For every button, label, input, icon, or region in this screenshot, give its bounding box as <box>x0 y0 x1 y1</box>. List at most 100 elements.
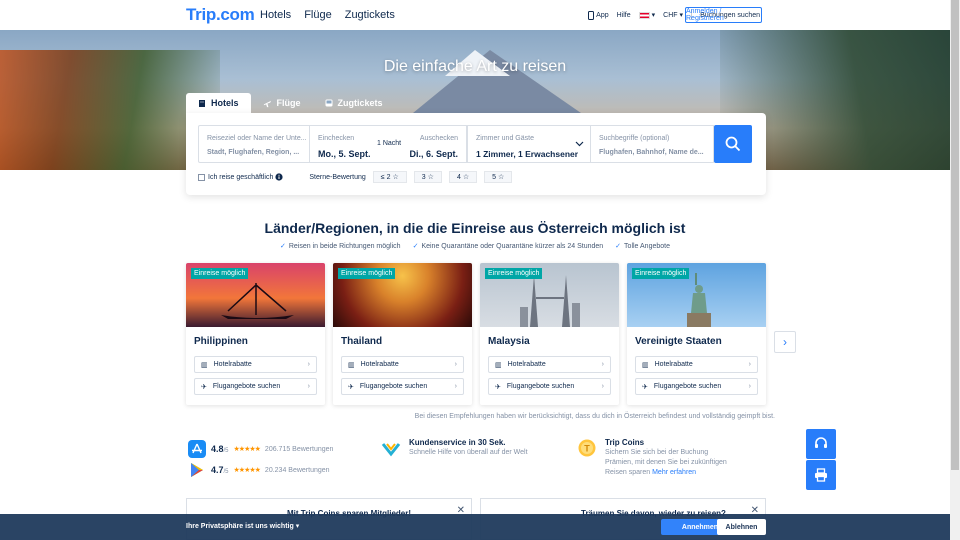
app-link[interactable]: App <box>588 10 609 20</box>
page-scrollbar-thumb[interactable] <box>951 0 959 470</box>
recommendation-disclaimer: Bei diesen Empfehlungen haben wir berück… <box>414 413 775 420</box>
star-icon: ☆ <box>427 174 434 181</box>
benefit-label: Tolle Angebote <box>624 243 670 250</box>
tab-label: Hotels <box>211 98 239 108</box>
flight-deals-link[interactable]: ✈ Flugangebote suchen › <box>635 378 758 395</box>
cookie-decline-button[interactable]: Ablehnen <box>717 519 766 535</box>
star-filter-label: ≤ 2 <box>380 173 391 181</box>
country-name: Philippinen <box>194 336 248 347</box>
hotel-deals-link[interactable]: ▥ Hotelrabatte › <box>635 356 758 373</box>
help-link[interactable]: Hilfe <box>617 12 631 19</box>
hotel-search-panel: Reiseziel oder Name der Unte... Stadt, F… <box>186 113 766 195</box>
hotel-deals-link[interactable]: ▥ Hotelrabatte › <box>488 356 611 373</box>
tab-flights[interactable]: Flüge <box>251 93 313 113</box>
guests-value: 1 Zimmer, 1 Erwachsener <box>476 149 579 159</box>
plane-icon: ✈ <box>348 383 354 391</box>
chevron-right-icon: › <box>748 361 751 368</box>
entry-badge: Einreise möglich <box>338 268 396 279</box>
svg-text:T: T <box>584 444 590 454</box>
check-icon: ✓ <box>280 243 286 250</box>
plane-icon: ✈ <box>642 383 648 391</box>
keywords-field[interactable]: Suchbegriffe (optional) Flughafen, Bahnh… <box>590 125 714 163</box>
benefit-label: Keine Quarantäne oder Quarantäne kürzer … <box>421 243 604 250</box>
chevron-down-icon: ▾ <box>679 12 684 19</box>
chevron-right-icon: › <box>454 383 457 390</box>
customer-support-button[interactable] <box>806 429 836 459</box>
flight-deals-link[interactable]: ✈ Flugangebote suchen › <box>488 378 611 395</box>
phone-icon <box>588 10 595 20</box>
search-icon <box>725 136 741 152</box>
flight-deals-link[interactable]: ✈ Flugangebote suchen › <box>341 378 464 395</box>
date-field[interactable]: Einchecken Mo., 5. Sept. 1 Nacht Auschec… <box>309 125 467 163</box>
star-filter-label: 3 <box>421 173 426 181</box>
keywords-input[interactable]: Flughafen, Bahnhof, Name de... <box>599 149 704 156</box>
info-icon[interactable] <box>275 173 283 181</box>
feature-text-line: Reisen sparen Mehr erfahren <box>605 468 727 478</box>
chevron-down-icon <box>575 141 584 147</box>
benefit-item: ✓ Keine Quarantäne oder Quarantäne kürzer… <box>413 242 604 250</box>
star-filter-5[interactable]: 5 ☆ <box>484 171 513 183</box>
star-filter-label: 4 <box>456 173 461 181</box>
country-image: Einreise möglich <box>627 263 766 327</box>
country-card-philippines[interactable]: Einreise möglich Philippinen ▥ Hotelrabat… <box>186 263 325 405</box>
tab-trains[interactable]: Zugtickets <box>313 93 395 113</box>
nav-trains[interactable]: Zugtickets <box>345 9 395 21</box>
country-name: Malaysia <box>488 336 530 347</box>
cookie-privacy-toggle[interactable]: Ihre Privatsphäre ist uns wichtig ▾ <box>186 522 299 530</box>
customer-service-feature: Kundenservice in 30 Sek. Schnelle Hilfe … <box>409 438 528 458</box>
trip-coins-icon: T <box>578 439 596 457</box>
star-icon: ☆ <box>392 174 399 181</box>
print-button[interactable] <box>806 460 836 490</box>
carousel-next-button[interactable]: › <box>774 331 796 353</box>
hotel-icon: ▥ <box>348 361 355 369</box>
currency-selector[interactable]: CHF ▾ <box>663 11 684 20</box>
guests-field[interactable]: Zimmer und Gäste 1 Zimmer, 1 Erwachsener <box>467 125 591 163</box>
section-benefits: ✓ Reisen in beide Richtungen möglich ✓ Kei… <box>0 242 950 250</box>
star-icon: ☆ <box>498 174 505 181</box>
rating-count: 20.234 Bewertungen <box>264 466 330 474</box>
tab-hotels[interactable]: Hotels <box>186 93 251 113</box>
country-name: Thailand <box>341 336 383 347</box>
top-header: Trip.com Hotels Flüge Zugtickets App Hil… <box>0 0 950 30</box>
feature-text: Schnelle Hilfe von überall auf der Welt <box>409 449 528 456</box>
checkin-value: Mo., 5. Sept. <box>318 149 371 159</box>
country-card-malaysia[interactable]: Einreise möglich Malaysia ▥ Hotelrabatte ›… <box>480 263 619 405</box>
language-selector[interactable]: ▾ <box>638 11 655 19</box>
chevron-right-icon: › <box>601 361 604 368</box>
business-checkbox[interactable] <box>198 173 205 181</box>
checkout-label: Auschecken <box>419 135 458 142</box>
flight-deals-link[interactable]: ✈ Flugangebote suchen › <box>194 378 317 395</box>
printer-icon <box>815 468 827 482</box>
trip-logo[interactable]: Trip.com <box>186 5 255 25</box>
hotel-icon: ▥ <box>201 361 208 369</box>
country-card-united-states[interactable]: Einreise möglich Vereinigte Staaten ▥ Hot… <box>627 263 766 405</box>
chevron-right-icon: › <box>307 383 310 390</box>
stars-label: Sterne-Bewertung <box>309 173 366 181</box>
plane-icon: ✈ <box>495 383 501 391</box>
destination-input[interactable]: Stadt, Flughafen, Region, ... <box>207 149 299 156</box>
star-filter-3[interactable]: 3 ☆ <box>413 171 442 183</box>
hotel-icon: ▥ <box>642 361 649 369</box>
customer-service-icon <box>381 443 401 457</box>
login-button[interactable]: Anmelden / Registrieren <box>685 7 762 23</box>
nav-flights[interactable]: Flüge <box>304 9 332 21</box>
nav-hotels[interactable]: Hotels <box>260 9 291 21</box>
country-card-thailand[interactable]: Einreise möglich Thailand ▥ Hotelrabatte ›… <box>333 263 472 405</box>
search-button[interactable] <box>714 125 752 163</box>
app-store-rating[interactable]: 4.8/5 ★★★★★ 206.715 Bewertungen <box>188 440 333 458</box>
star-filter-4[interactable]: 4 ☆ <box>448 171 478 183</box>
chevron-down-icon: ▾ <box>295 523 300 530</box>
link-label: Hotelrabatte <box>654 361 693 368</box>
google-play-rating[interactable]: 4.7/5 ★★★★★ 20.234 Bewertungen <box>188 461 330 479</box>
entry-badge: Einreise möglich <box>632 268 690 279</box>
feature-text: Sichern Sie sich bei der Buchung <box>605 449 709 456</box>
hotel-deals-link[interactable]: ▥ Hotelrabatte › <box>341 356 464 373</box>
benefit-label: Reisen in beide Richtungen möglich <box>288 243 401 250</box>
hero-title: Die einfache Art zu reisen <box>383 58 567 75</box>
star-filter-2[interactable]: ≤ 2 ☆ <box>372 171 407 183</box>
learn-more-link[interactable]: Mehr erfahren <box>652 469 696 476</box>
hotel-deals-link[interactable]: ▥ Hotelrabatte › <box>194 356 317 373</box>
chevron-right-icon: › <box>748 383 751 390</box>
feature-title: Kundenservice in 30 Sek. <box>409 438 506 447</box>
destination-field[interactable]: Reiseziel oder Name der Unte... Stadt, F… <box>198 125 310 163</box>
